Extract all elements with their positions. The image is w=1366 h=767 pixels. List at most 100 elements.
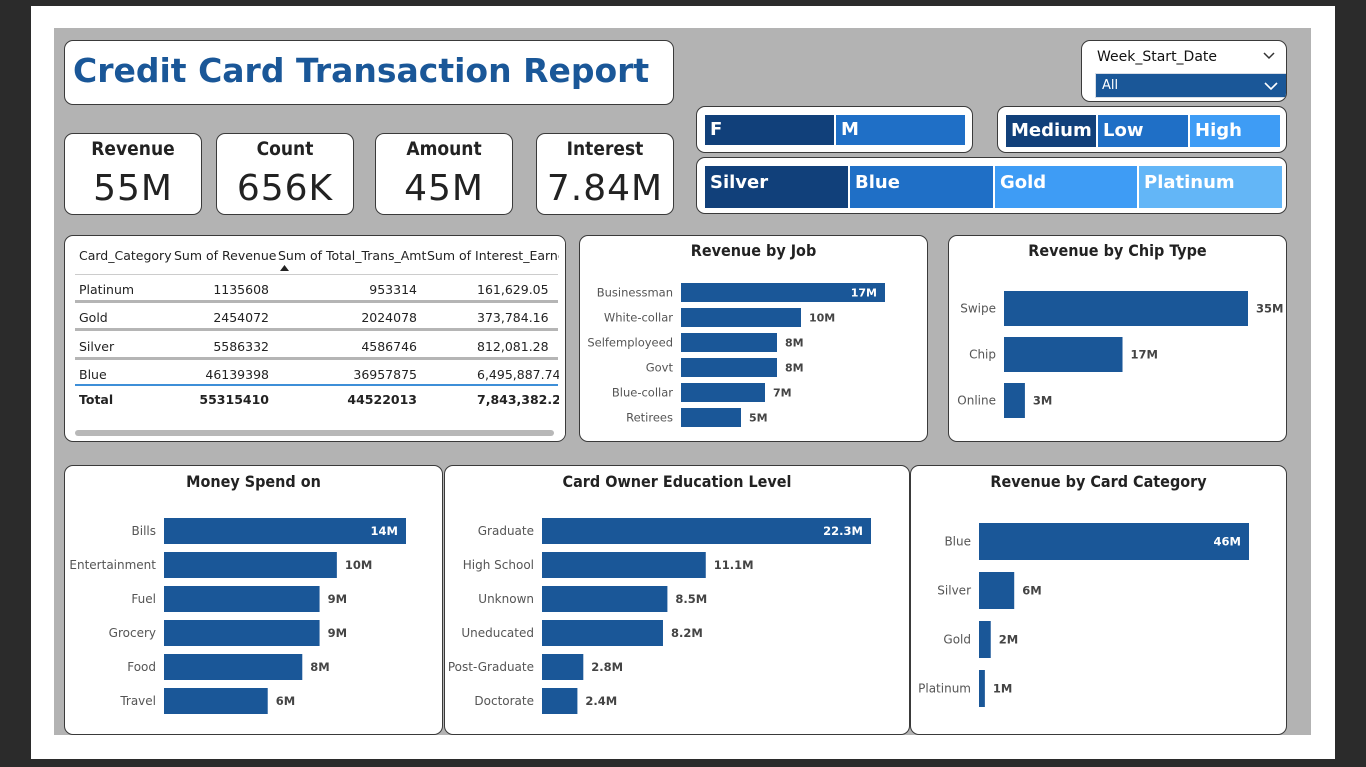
report-title: Credit Card Transaction Report bbox=[73, 51, 650, 90]
row-divider bbox=[75, 328, 558, 331]
kpi-label: Amount bbox=[406, 138, 482, 160]
bar[interactable] bbox=[542, 586, 668, 612]
card-category-table: Card_Category Sum of Revenue Sum of Tota… bbox=[64, 235, 566, 442]
bar[interactable] bbox=[1004, 383, 1025, 418]
sort-ascending-icon[interactable] bbox=[280, 265, 289, 271]
kpi-value: 656K bbox=[236, 168, 334, 209]
category-label: Food bbox=[127, 660, 156, 674]
table-cell: Platinum bbox=[79, 282, 135, 297]
category-label: Grocery bbox=[109, 626, 156, 640]
bar[interactable] bbox=[979, 523, 1249, 560]
category-label: Silver bbox=[937, 584, 971, 598]
category-label: Fuel bbox=[131, 592, 156, 606]
horizontal-scrollbar[interactable] bbox=[75, 430, 554, 436]
bar[interactable] bbox=[164, 620, 320, 646]
table-header-sum-revenue[interactable]: Sum of Revenue bbox=[174, 248, 276, 263]
data-label: 22.3M bbox=[823, 524, 863, 538]
slicer-tile-silver[interactable]: Silver bbox=[705, 166, 850, 208]
category-label: Chip bbox=[969, 348, 996, 362]
chevron-down-icon[interactable] bbox=[1262, 49, 1276, 63]
income-slicer: Medium Low High bbox=[997, 106, 1287, 153]
bar[interactable] bbox=[542, 620, 663, 646]
table-cell: 55315410 bbox=[199, 392, 269, 407]
data-label: 10M bbox=[809, 312, 835, 325]
bar[interactable] bbox=[164, 654, 303, 680]
bar[interactable] bbox=[681, 358, 777, 377]
category-label: Businessman bbox=[597, 286, 673, 300]
slicer-tile-m[interactable]: M bbox=[836, 115, 967, 145]
kpi-value: 7.84M bbox=[546, 168, 664, 209]
bar[interactable] bbox=[542, 552, 706, 578]
revenue-by-chip-type-chart: Swipe 35M Chip 17M Online 3M bbox=[957, 291, 1283, 418]
table-header-card-category[interactable]: Card_Category bbox=[79, 248, 172, 263]
category-label: Blue bbox=[944, 535, 971, 549]
bar[interactable] bbox=[1004, 291, 1248, 326]
table-cell: 161,629.05 bbox=[477, 282, 549, 297]
data-label: 8.2M bbox=[671, 626, 703, 640]
bar[interactable] bbox=[681, 408, 741, 427]
slicer-dropdown[interactable]: All bbox=[1095, 73, 1286, 98]
table-cell: Total bbox=[79, 392, 114, 407]
slicer-tile-low[interactable]: Low bbox=[1098, 115, 1190, 147]
data-label: 17M bbox=[851, 287, 877, 300]
data-label: 6M bbox=[1022, 584, 1041, 598]
data-label: 8.5M bbox=[675, 592, 707, 606]
education-level-chart: Graduate 22.3M High School 11.1M Unknown 8.5M… bbox=[448, 518, 871, 714]
bar[interactable] bbox=[542, 518, 871, 544]
data-label: 46M bbox=[1214, 535, 1241, 549]
table-cell: 6,495,887.74 bbox=[477, 367, 561, 382]
table-header-sum-interest[interactable]: Sum of Interest_Earned bbox=[427, 248, 565, 263]
bar[interactable] bbox=[542, 688, 578, 714]
category-label: Entertainment bbox=[69, 558, 156, 572]
bar[interactable] bbox=[164, 688, 268, 714]
table-header-divider bbox=[75, 274, 558, 275]
data-label: 1M bbox=[993, 682, 1012, 696]
category-label: Bills bbox=[132, 524, 157, 538]
kpi-amount-card[interactable]: Amount 45M bbox=[375, 133, 513, 215]
gender-slicer: F M bbox=[696, 106, 973, 153]
week-start-date-slicer[interactable]: Week_Start_Date All bbox=[1081, 40, 1287, 102]
bar[interactable] bbox=[979, 572, 1015, 609]
data-label: 9M bbox=[328, 592, 347, 606]
table-cell: Gold bbox=[79, 310, 108, 325]
bar[interactable] bbox=[681, 333, 777, 352]
table-cell: Blue bbox=[79, 367, 107, 382]
category-label: High School bbox=[463, 558, 534, 572]
table-cell: 953314 bbox=[369, 282, 417, 297]
slicer-tile-blue[interactable]: Blue bbox=[850, 166, 995, 208]
slicer-tile-f[interactable]: F bbox=[705, 115, 836, 145]
slicer-tile-platinum[interactable]: Platinum bbox=[1139, 166, 1282, 208]
category-label: Graduate bbox=[478, 524, 534, 538]
bar[interactable] bbox=[979, 670, 985, 707]
kpi-count-card[interactable]: Count 656K bbox=[216, 133, 354, 215]
table-header-sum-trans-amt[interactable]: Sum of Total_Trans_Amt bbox=[278, 248, 426, 263]
bar[interactable] bbox=[681, 308, 801, 327]
table-cell: Silver bbox=[79, 339, 115, 354]
data-label: 2.8M bbox=[591, 660, 623, 674]
slicer-tile-high[interactable]: High bbox=[1190, 115, 1282, 147]
row-divider bbox=[75, 300, 558, 303]
revenue-by-job-card: Revenue by Job Businessman 17M White-colla… bbox=[579, 235, 928, 442]
kpi-label: Count bbox=[256, 138, 314, 160]
kpi-revenue-card[interactable]: Revenue 55M bbox=[64, 133, 202, 215]
category-label: Unknown bbox=[478, 592, 534, 606]
data-label: 17M bbox=[1131, 348, 1158, 362]
bar[interactable] bbox=[681, 383, 765, 402]
category-label: Travel bbox=[119, 694, 156, 708]
bar[interactable] bbox=[164, 552, 337, 578]
bar[interactable] bbox=[979, 621, 991, 658]
slicer-tile-gold[interactable]: Gold bbox=[995, 166, 1139, 208]
slicer-tile-medium[interactable]: Medium bbox=[1006, 115, 1098, 147]
table-cell: 46139398 bbox=[205, 367, 269, 382]
table-cell: 5586332 bbox=[213, 339, 269, 354]
bar[interactable] bbox=[1004, 337, 1123, 372]
kpi-interest-card[interactable]: Interest 7.84M bbox=[536, 133, 674, 215]
slicer-selected-value: All bbox=[1102, 78, 1119, 93]
data-label: 11.1M bbox=[714, 558, 754, 572]
data-label: 5M bbox=[749, 412, 768, 425]
money-spend-on-chart: Bills 14M Entertainment 10M Fuel 9M Grocery 9M F… bbox=[69, 518, 406, 714]
education-level-card: Card Owner Education Level Graduate 22.3M… bbox=[444, 465, 910, 735]
category-label: Platinum bbox=[918, 682, 971, 696]
bar[interactable] bbox=[164, 586, 320, 612]
bar[interactable] bbox=[542, 654, 584, 680]
